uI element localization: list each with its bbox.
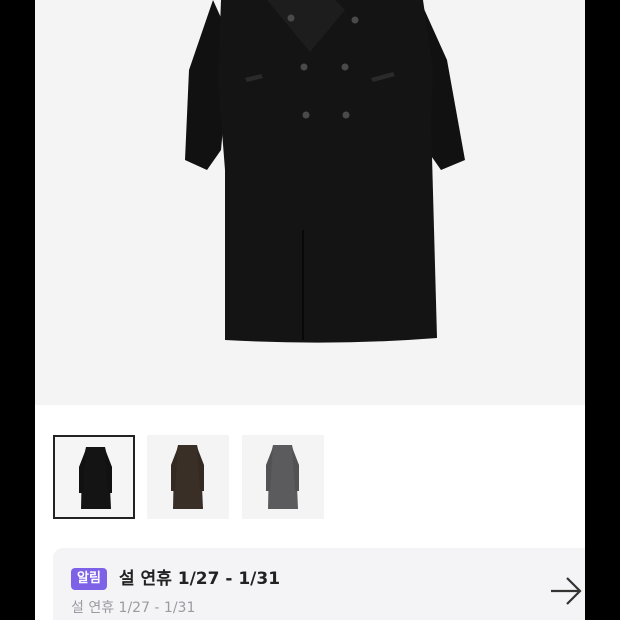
- coat-icon: [185, 0, 465, 343]
- product-main-image[interactable]: [35, 0, 585, 405]
- thumbnail-brown[interactable]: [147, 435, 229, 519]
- coat-icon: [171, 445, 204, 509]
- notice-subtitle: 설 연휴 1/27 - 1/31: [71, 600, 196, 616]
- thumbnail-charcoal[interactable]: [242, 435, 324, 519]
- coat-icon: [79, 447, 112, 509]
- notice-title: 설 연휴 1/27 - 1/31: [119, 569, 281, 589]
- arrow-right-icon[interactable]: [549, 576, 583, 610]
- product-screen: 알림 설 연휴 1/27 - 1/31 설 연휴 1/27 - 1/31: [35, 0, 585, 620]
- notice-banner[interactable]: 알림 설 연휴 1/27 - 1/31 설 연휴 1/27 - 1/31: [53, 548, 585, 620]
- coat-icon: [266, 445, 299, 509]
- notice-badge: 알림: [71, 568, 107, 590]
- thumbnail-black[interactable]: [53, 435, 135, 519]
